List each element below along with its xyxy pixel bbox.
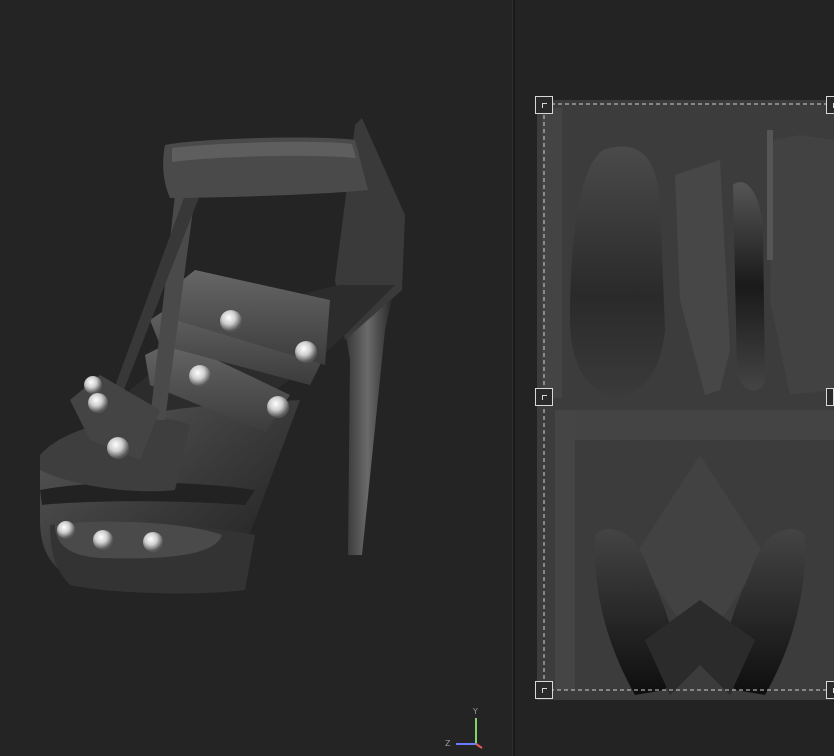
stud xyxy=(107,437,129,459)
axis-gizmo: Y Z xyxy=(440,706,490,754)
uv-editor[interactable] xyxy=(515,0,834,756)
stud xyxy=(220,310,242,332)
stud xyxy=(93,530,113,550)
stud xyxy=(88,393,108,413)
stud xyxy=(84,376,102,394)
uv-handle-bottom-left[interactable] xyxy=(535,681,553,699)
3d-viewport[interactable]: Y Z xyxy=(0,0,512,756)
uv-handle-mid-left[interactable] xyxy=(535,388,553,406)
uv-island-sole xyxy=(570,146,665,396)
uv-texture-sheet xyxy=(537,100,834,700)
gizmo-z-label: Z xyxy=(445,739,451,748)
shoe-model-3d[interactable] xyxy=(0,0,512,756)
uv-island-strip xyxy=(733,182,765,391)
stud xyxy=(189,365,211,387)
stud xyxy=(57,521,75,539)
uv-handle-top-right[interactable] xyxy=(826,96,834,114)
stud xyxy=(267,396,289,418)
stud xyxy=(295,341,317,363)
gizmo-y-label: Y xyxy=(473,707,478,716)
stud xyxy=(143,532,163,552)
uv-handle-bottom-right[interactable] xyxy=(826,681,834,699)
uv-handle-top-left[interactable] xyxy=(535,96,553,114)
uv-handle-mid-right[interactable] xyxy=(826,388,834,406)
